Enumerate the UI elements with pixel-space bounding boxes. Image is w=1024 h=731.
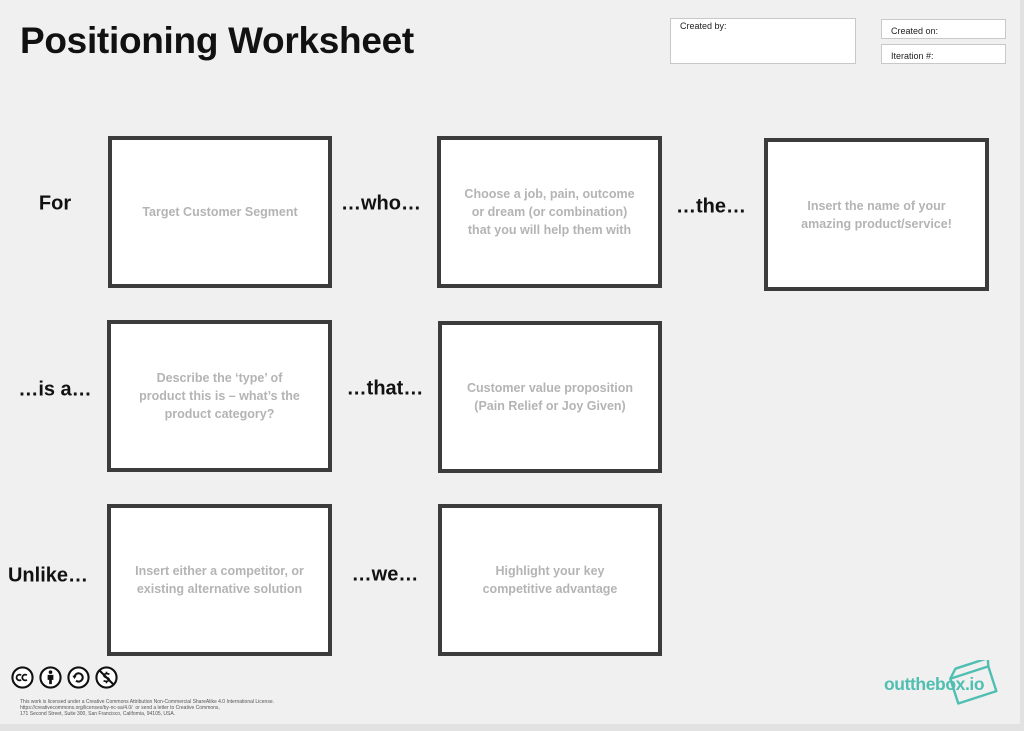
card-product-category[interactable]: Describe the ‘type’ of product this is –…	[107, 320, 332, 472]
card-placeholder: Highlight your key competitive advantage	[482, 564, 618, 596]
card-competitive-advantage[interactable]: Highlight your key competitive advantage	[438, 504, 662, 656]
card-competitor[interactable]: Insert either a competitor, or existing …	[107, 504, 332, 656]
page-title: Positioning Worksheet	[20, 20, 414, 61]
connector-unlike: Unlike…	[7, 564, 89, 587]
attribution-icon	[39, 666, 62, 689]
worksheet-page: Positioning Worksheet Created by: Create…	[0, 0, 1024, 731]
connector-who: …who…	[341, 192, 421, 215]
iteration-field[interactable]: Iteration #:	[881, 44, 1006, 64]
created-on-label: Created on:	[891, 26, 939, 36]
outthebox-logo: outthebox.io	[884, 659, 1004, 709]
card-placeholder: Choose a job, pain, outcome or dream (or…	[464, 187, 635, 237]
license-line-3: 171 Second Street, Suite 300, San Franci…	[20, 711, 176, 717]
non-commercial-icon	[95, 666, 118, 689]
card-placeholder: Target Customer Segment	[142, 205, 298, 219]
page-edge-bottom	[0, 724, 1024, 731]
connector-for: For	[38, 192, 72, 215]
card-product-name[interactable]: Insert the name of your amazing product/…	[764, 138, 989, 291]
connector-that: …that…	[346, 377, 424, 400]
card-placeholder: Insert either a competitor, or existing …	[135, 564, 304, 596]
logo-text: outthebox.io	[884, 674, 985, 694]
cc-icon	[11, 666, 34, 689]
cc-icon-row	[11, 666, 118, 689]
created-by-label: Created by:	[680, 21, 727, 31]
page-edge-right	[1020, 0, 1024, 731]
card-target-customer-segment[interactable]: Target Customer Segment	[108, 136, 332, 288]
card-value-proposition[interactable]: Customer value proposition (Pain Relief …	[438, 321, 662, 473]
created-by-field[interactable]: Created by:	[670, 18, 856, 64]
created-on-field[interactable]: Created on:	[881, 19, 1006, 39]
share-alike-icon	[67, 666, 90, 689]
card-placeholder: Describe the ‘type’ of product this is –…	[139, 371, 300, 421]
iteration-label: Iteration #:	[891, 51, 934, 61]
card-placeholder: Customer value proposition (Pain Relief …	[467, 381, 633, 413]
card-job-pain-outcome[interactable]: Choose a job, pain, outcome or dream (or…	[437, 136, 662, 288]
license-text: This work is licensed under a Creative C…	[20, 699, 274, 717]
connector-we: …we…	[351, 563, 419, 586]
card-placeholder: Insert the name of your amazing product/…	[801, 198, 952, 231]
connector-the: …the…	[676, 195, 746, 218]
connector-is-a: …is a…	[18, 378, 92, 401]
